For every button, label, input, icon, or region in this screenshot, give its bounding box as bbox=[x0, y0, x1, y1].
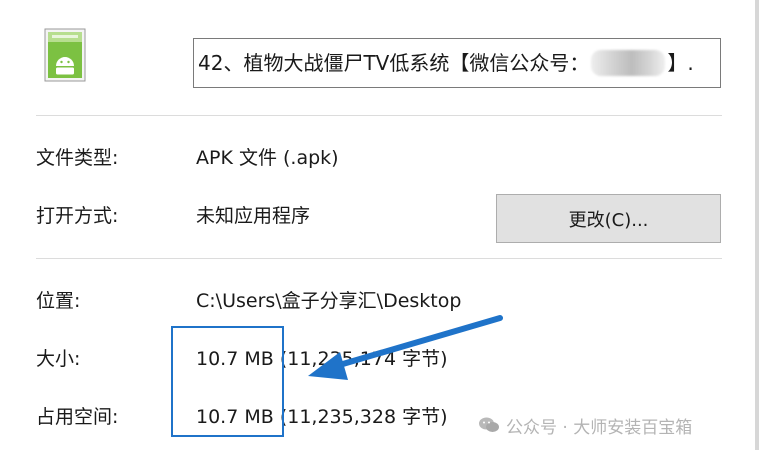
opens-with-value: 未知应用程序 bbox=[196, 205, 311, 227]
window-border bbox=[755, 0, 759, 450]
size-on-disk-bytes: (11,235,328 字节) bbox=[279, 406, 448, 428]
watermark-text: 公众号 · 大师安装百宝箱 bbox=[506, 417, 693, 438]
watermark: 公众号 · 大师安装百宝箱 bbox=[478, 412, 692, 438]
opens-with-label: 打开方式: bbox=[36, 205, 119, 227]
annotation-arrow-icon bbox=[308, 315, 503, 380]
divider bbox=[36, 258, 722, 259]
wechat-icon bbox=[479, 417, 499, 432]
file-name-text-start: 42、植物大战僵尸TV低系统【微信公众号： bbox=[198, 51, 590, 75]
size-on-disk-label: 占用空间: bbox=[36, 406, 119, 428]
file-name-input[interactable]: 42、植物大战僵尸TV低系统【微信公众号： 】. bbox=[193, 38, 721, 88]
annotation-highlight-box bbox=[171, 326, 284, 437]
file-type-label: 文件类型: bbox=[36, 147, 119, 169]
redacted-blur bbox=[591, 50, 666, 76]
location-label: 位置: bbox=[36, 290, 81, 312]
divider bbox=[36, 115, 722, 116]
file-name-text-end: 】. bbox=[667, 51, 694, 75]
file-type-value: APK 文件 (.apk) bbox=[196, 147, 339, 169]
android-apk-file-icon bbox=[44, 28, 86, 82]
change-button[interactable]: 更改(C)... bbox=[496, 194, 721, 243]
size-label: 大小: bbox=[36, 348, 81, 370]
